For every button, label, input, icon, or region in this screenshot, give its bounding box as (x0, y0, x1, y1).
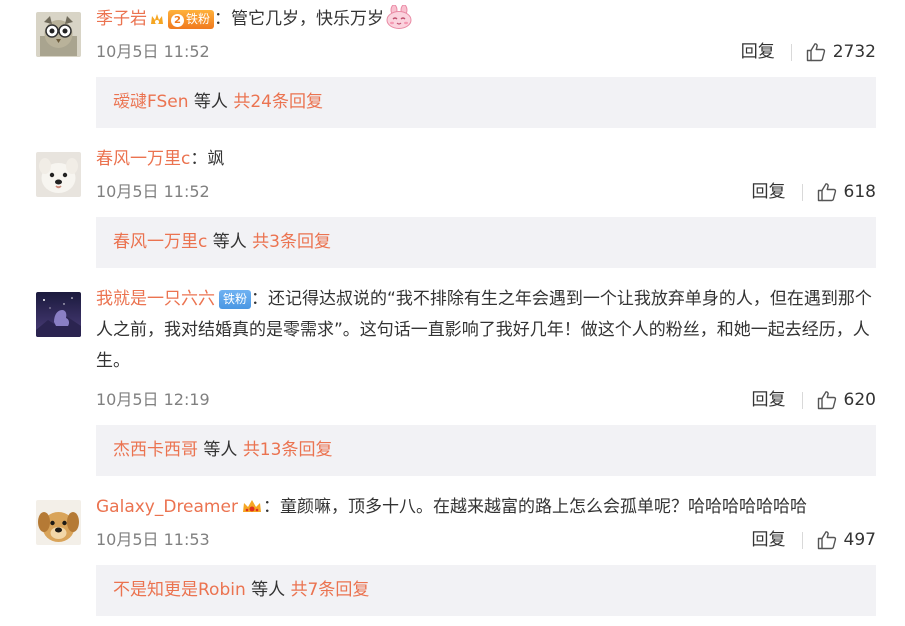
like-count: 618 (843, 182, 876, 202)
avatar[interactable] (36, 500, 81, 545)
reply-preview-user[interactable]: 不是知更是Robin (113, 580, 246, 600)
avatar[interactable] (36, 152, 81, 197)
like-count: 497 (843, 530, 876, 550)
like-count: 2732 (832, 42, 876, 62)
thumbs-up-icon (806, 43, 825, 62)
reply-count-link[interactable]: 共13条回复 (243, 440, 333, 460)
thumbs-up-icon (817, 391, 836, 410)
like-button[interactable]: 2732 (806, 41, 876, 63)
fan-badge[interactable]: 2 铁粉 (168, 10, 215, 29)
comment-text-line: 我就是一只六六 铁粉 ：还记得达叔说的“我不排除有生之年会遇到一个让我放弃单身的人，… (96, 284, 877, 377)
fan-badge[interactable]: 铁粉 (219, 290, 252, 309)
comment-username[interactable]: Galaxy_Dreamer (96, 497, 238, 517)
fan-badge-label: 铁粉 (186, 12, 211, 26)
reply-preview-user[interactable]: 杰西卡西哥 (113, 440, 198, 460)
comment-list: 季子岩 2 铁粉 ：管它几岁，快乐万岁 10月5日 11:52 回复 2732 叆叇F… (0, 0, 905, 626)
comment-content: ：童颜嘛，顶多十八。在越来越富的路上怎么会孤单呢？哈哈哈哈哈哈哈 (262, 497, 807, 517)
like-count: 620 (843, 390, 876, 410)
like-button[interactable]: 497 (817, 529, 876, 551)
reply-preview-text: 等人 (245, 580, 291, 600)
action-divider (790, 43, 792, 61)
reply-count-link[interactable]: 共24条回复 (233, 92, 323, 112)
reply-button[interactable]: 回复 (741, 41, 775, 63)
comment-timestamp: 10月5日 12:19 (96, 390, 210, 409)
action-divider (801, 391, 803, 409)
comment-text-line: 季子岩 2 铁粉 ：管它几岁，快乐万岁 (96, 4, 877, 40)
thumbs-up-icon (817, 531, 836, 550)
vip-crown-icon (150, 7, 164, 38)
comment-text-line: 春风一万里c：飒 (96, 144, 877, 175)
comment-text-line: Galaxy_Dreamer ：童颜嘛，顶多十八。在越来越富的路上怎么会孤单呢？哈… (96, 492, 877, 526)
comment-content: ：管它几岁，快乐万岁 (214, 9, 385, 29)
comment-actions: 回复 2732 (741, 41, 876, 63)
reply-preview-user[interactable]: 春风一万里c (113, 232, 207, 252)
replies-summary[interactable]: 叆叇FSen 等人 共24条回复 (96, 77, 876, 128)
like-button[interactable]: 620 (817, 389, 876, 411)
reply-button[interactable]: 回复 (752, 389, 786, 411)
action-divider (801, 183, 803, 201)
like-button[interactable]: 618 (817, 181, 876, 203)
comment-content: ：飒 (190, 149, 225, 169)
pink-rabbit-emoji (386, 4, 412, 40)
replies-summary[interactable]: 不是知更是Robin 等人 共7条回复 (96, 565, 876, 616)
reply-count-link[interactable]: 共7条回复 (291, 580, 370, 600)
thumbs-up-icon (817, 183, 836, 202)
reply-preview-text: 等人 (198, 440, 243, 460)
reply-count-link[interactable]: 共3条回复 (252, 232, 331, 252)
comment-username[interactable]: 春风一万里c (96, 149, 190, 169)
comment-actions: 回复 620 (752, 389, 876, 411)
fan-level-icon: 2 (171, 14, 184, 27)
reply-button[interactable]: 回复 (752, 181, 786, 203)
replies-summary[interactable]: 春风一万里c 等人 共3条回复 (96, 217, 876, 268)
comment-username[interactable]: 我就是一只六六 (96, 289, 215, 309)
comment-timestamp: 10月5日 11:53 (96, 530, 210, 549)
comment-actions: 回复 618 (752, 181, 876, 203)
comment-timestamp: 10月5日 11:52 (96, 182, 210, 201)
reply-button[interactable]: 回复 (752, 529, 786, 551)
reply-preview-text: 等人 (188, 92, 234, 112)
reply-preview-user[interactable]: 叆叇FSen (113, 92, 189, 112)
comment-username[interactable]: 季子岩 (96, 9, 147, 29)
comment-actions: 回复 497 (752, 529, 876, 551)
comment-timestamp: 10月5日 11:52 (96, 42, 210, 61)
replies-summary[interactable]: 杰西卡西哥 等人 共13条回复 (96, 425, 876, 476)
avatar[interactable] (36, 12, 81, 57)
vip-crown-icon (241, 495, 263, 526)
avatar[interactable] (36, 292, 81, 337)
action-divider (801, 531, 803, 549)
reply-preview-text: 等人 (207, 232, 253, 252)
